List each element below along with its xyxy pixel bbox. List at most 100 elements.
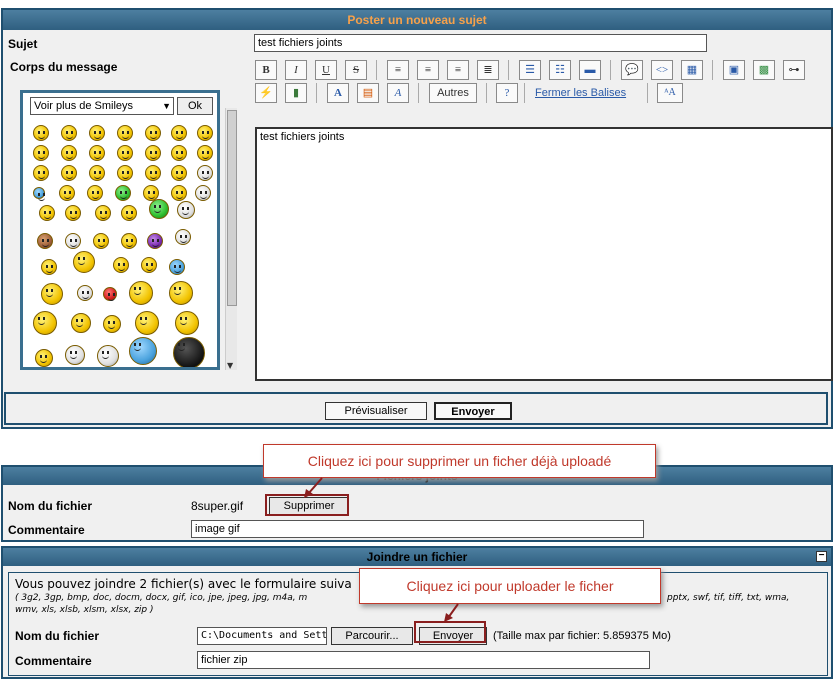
smileys-ok-button[interactable]: Ok bbox=[177, 97, 213, 115]
smileys-scrollbar[interactable]: ▼ bbox=[225, 108, 237, 370]
smiley-icon[interactable] bbox=[33, 187, 45, 201]
video-icon[interactable]: ▮ bbox=[285, 83, 307, 103]
attached-comment-input[interactable]: image gif bbox=[191, 520, 644, 538]
horizontal-rule-icon[interactable]: ▬ bbox=[579, 60, 601, 80]
align-justify-icon[interactable]: ≣ bbox=[477, 60, 499, 80]
smiley-icon[interactable] bbox=[65, 345, 85, 365]
table-icon[interactable]: ▦ bbox=[681, 60, 703, 80]
font-face-icon[interactable]: A bbox=[387, 83, 409, 103]
smiley-icon[interactable] bbox=[41, 283, 63, 305]
scrollbar-thumb[interactable] bbox=[227, 110, 237, 306]
smiley-icon[interactable] bbox=[169, 281, 193, 305]
smiley-icon[interactable] bbox=[195, 185, 211, 201]
smiley-icon[interactable] bbox=[33, 145, 49, 161]
send-button[interactable]: Envoyer bbox=[434, 402, 512, 420]
smiley-icon[interactable] bbox=[145, 165, 161, 181]
smiley-icon[interactable] bbox=[103, 287, 117, 301]
bullet-list-icon[interactable]: ☰ bbox=[519, 60, 541, 80]
smiley-icon[interactable] bbox=[129, 281, 153, 305]
smiley-icon[interactable] bbox=[33, 311, 57, 335]
font-size-icon[interactable]: A bbox=[327, 83, 349, 103]
smiley-icon[interactable] bbox=[147, 233, 163, 249]
numbered-list-icon[interactable]: ☷ bbox=[549, 60, 571, 80]
smiley-icon[interactable] bbox=[145, 125, 161, 141]
smiley-icon[interactable] bbox=[171, 125, 187, 141]
link-icon[interactable]: ⊶ bbox=[783, 60, 805, 80]
smiley-icon[interactable] bbox=[197, 165, 213, 181]
smiley-icon[interactable] bbox=[61, 145, 77, 161]
smiley-icon[interactable] bbox=[117, 165, 133, 181]
toolbar-separator bbox=[647, 83, 648, 103]
smiley-icon[interactable] bbox=[41, 259, 57, 275]
smiley-icon[interactable] bbox=[177, 201, 195, 219]
smiley-icon[interactable] bbox=[65, 205, 81, 221]
smileys-select[interactable]: Voir plus de Smileys ▼ bbox=[30, 97, 174, 115]
align-left-icon[interactable]: ≡ bbox=[387, 60, 409, 80]
smiley-icon[interactable] bbox=[33, 125, 49, 141]
smiley-icon[interactable] bbox=[103, 315, 121, 333]
color-palette-icon[interactable]: ▤ bbox=[357, 83, 379, 103]
italic-button[interactable]: I bbox=[285, 60, 307, 80]
scroll-down-icon[interactable]: ▼ bbox=[227, 361, 233, 370]
smiley-icon[interactable] bbox=[95, 205, 111, 221]
align-right-icon[interactable]: ≡ bbox=[447, 60, 469, 80]
smiley-icon[interactable] bbox=[59, 185, 75, 201]
smiley-icon[interactable] bbox=[89, 165, 105, 181]
smiley-icon[interactable] bbox=[61, 165, 77, 181]
smiley-icon[interactable] bbox=[169, 259, 185, 275]
smiley-icon[interactable] bbox=[175, 311, 199, 335]
smiley-icon[interactable] bbox=[39, 205, 55, 221]
image-gallery-icon[interactable]: ▣ bbox=[723, 60, 745, 80]
smiley-icon[interactable] bbox=[33, 165, 49, 181]
smiley-icon[interactable] bbox=[145, 145, 161, 161]
smiley-icon[interactable] bbox=[173, 337, 205, 367]
smiley-icon[interactable] bbox=[171, 165, 187, 181]
smiley-icon[interactable] bbox=[171, 185, 187, 201]
strike-button[interactable]: S bbox=[345, 60, 367, 80]
smiley-icon[interactable] bbox=[171, 145, 187, 161]
smiley-icon[interactable] bbox=[117, 125, 133, 141]
text-size-icon[interactable]: ᴬA bbox=[657, 83, 683, 103]
smiley-icon[interactable] bbox=[121, 205, 137, 221]
align-center-icon[interactable]: ≡ bbox=[417, 60, 439, 80]
smiley-icon[interactable] bbox=[87, 185, 103, 201]
preview-button[interactable]: Prévisualiser bbox=[325, 402, 427, 420]
smiley-icon[interactable] bbox=[77, 285, 93, 301]
collapse-icon[interactable]: − bbox=[816, 551, 827, 562]
smiley-icon[interactable] bbox=[35, 349, 53, 367]
smiley-icon[interactable] bbox=[61, 125, 77, 141]
image-icon[interactable]: ▩ bbox=[753, 60, 775, 80]
message-body-editor[interactable]: test fichiers joints bbox=[255, 127, 833, 381]
smiley-icon[interactable] bbox=[73, 251, 95, 273]
smiley-icon[interactable] bbox=[141, 257, 157, 273]
smiley-icon[interactable] bbox=[135, 311, 159, 335]
close-tags-link[interactable]: Fermer les Balises bbox=[535, 87, 626, 99]
smiley-icon[interactable] bbox=[89, 145, 105, 161]
smiley-icon[interactable] bbox=[175, 229, 191, 245]
bold-button[interactable]: B bbox=[255, 60, 277, 80]
flash-icon[interactable]: ⚡ bbox=[255, 83, 277, 103]
smiley-icon[interactable] bbox=[93, 233, 109, 249]
smiley-icon[interactable] bbox=[197, 125, 213, 141]
browse-button[interactable]: Parcourir... bbox=[331, 627, 413, 645]
other-tags-button[interactable]: Autres bbox=[429, 83, 477, 103]
upload-comment-input[interactable]: fichier zip bbox=[197, 651, 650, 669]
help-icon[interactable]: ? bbox=[496, 83, 518, 103]
file-path-input[interactable]: C:\Documents and Sett bbox=[197, 627, 327, 645]
smiley-icon[interactable] bbox=[121, 233, 137, 249]
smiley-icon[interactable] bbox=[117, 145, 133, 161]
smiley-icon[interactable] bbox=[65, 233, 81, 249]
quote-icon[interactable]: 💬 bbox=[621, 60, 643, 80]
underline-button[interactable]: U bbox=[315, 60, 337, 80]
smiley-icon[interactable] bbox=[197, 145, 213, 161]
smiley-icon[interactable] bbox=[115, 185, 131, 201]
subject-input[interactable]: test fichiers joints bbox=[254, 34, 707, 52]
code-icon[interactable]: <> bbox=[651, 60, 673, 80]
smiley-icon[interactable] bbox=[113, 257, 129, 273]
smiley-icon[interactable] bbox=[97, 345, 119, 367]
smiley-icon[interactable] bbox=[129, 337, 157, 365]
smiley-icon[interactable] bbox=[71, 313, 91, 333]
smiley-icon[interactable] bbox=[89, 125, 105, 141]
smiley-icon[interactable] bbox=[149, 199, 169, 219]
smiley-icon[interactable] bbox=[37, 233, 53, 249]
